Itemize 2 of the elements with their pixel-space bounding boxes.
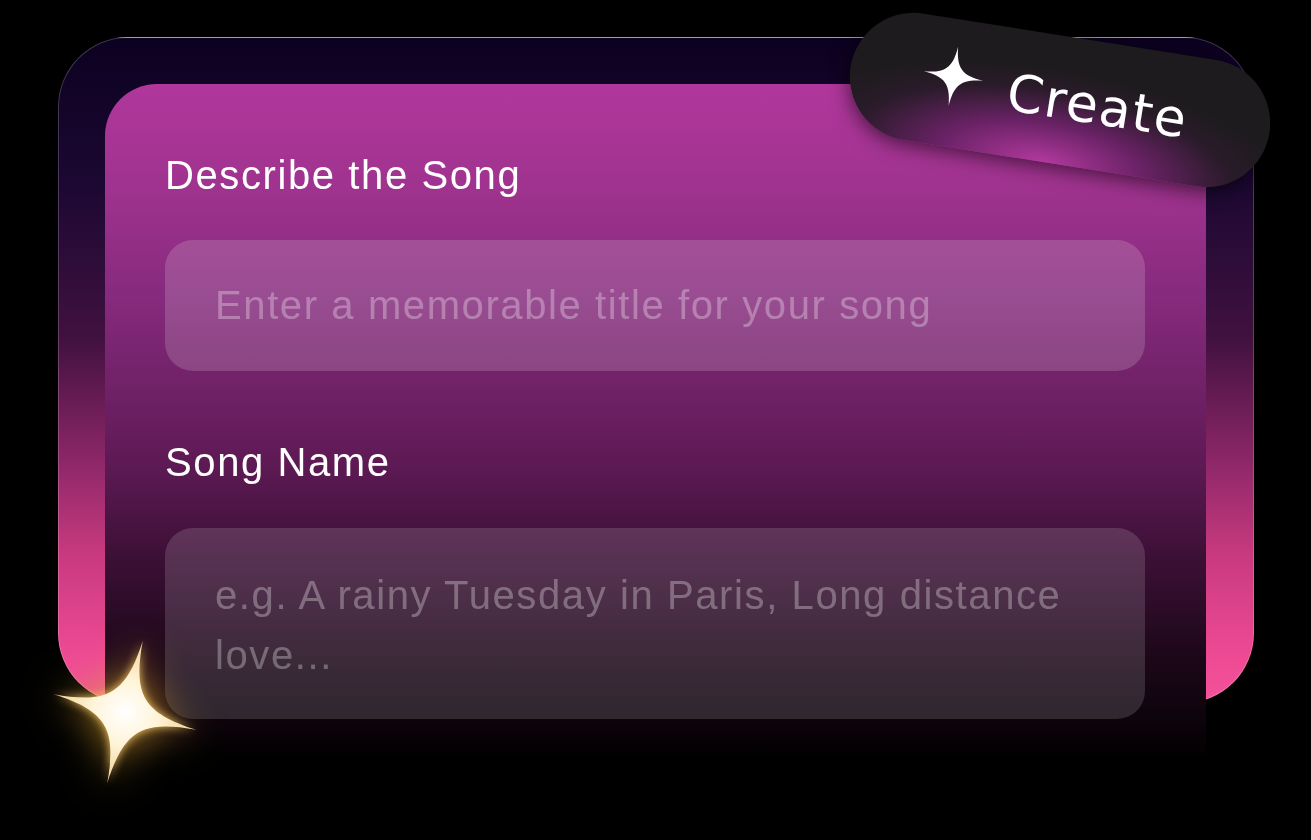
- field-label: Song Name: [165, 439, 391, 486]
- field-label: Describe the Song: [165, 152, 522, 199]
